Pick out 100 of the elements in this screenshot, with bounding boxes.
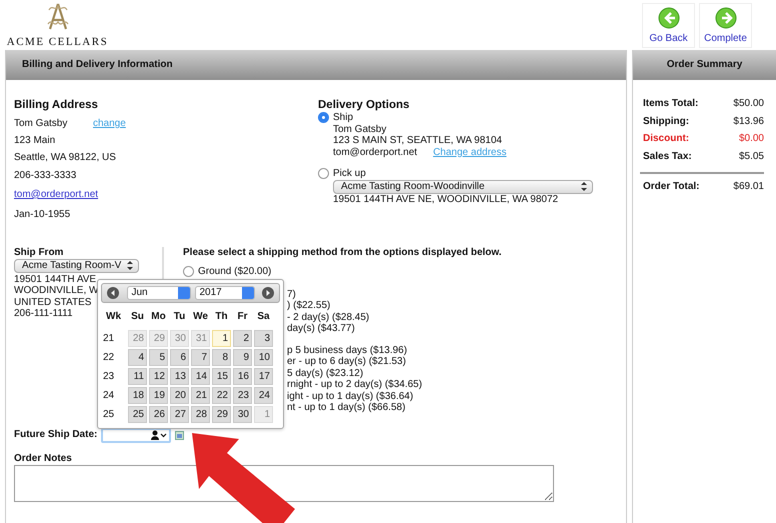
week-number: 24 xyxy=(102,388,116,403)
calendar-day[interactable]: 19 xyxy=(149,386,168,404)
shipping-option-text: ) ($22.55) xyxy=(287,300,330,312)
radio-button[interactable] xyxy=(318,112,329,124)
previous-month-button[interactable] xyxy=(107,286,119,299)
summary-value: $69.01 xyxy=(733,181,764,193)
radio-button[interactable] xyxy=(318,168,329,180)
week-number: 25 xyxy=(102,408,116,422)
calendar-day[interactable]: 4 xyxy=(128,348,147,366)
contact-icon xyxy=(151,430,168,440)
updown-arrows-icon xyxy=(581,182,587,191)
birthdate: Jan-10-1955 xyxy=(14,208,72,221)
logo-text: ACME CELLARS xyxy=(6,36,108,50)
panel-header: Order Summary xyxy=(633,50,776,80)
shipping-option-text: ight - up to 1 day(s) ($36.64) xyxy=(287,390,414,402)
summary-label: Sales Tax: xyxy=(643,150,692,162)
calendar-day[interactable]: 6 xyxy=(170,348,189,366)
calendar-day[interactable]: 8 xyxy=(212,348,231,366)
calendar-day[interactable]: 16 xyxy=(233,368,252,385)
calendar-day[interactable]: 13 xyxy=(170,368,189,385)
billing-line: Seattle, WA 98122, US xyxy=(14,152,116,164)
next-month-button[interactable] xyxy=(262,286,274,299)
address-line: Tom Gatsby xyxy=(333,124,388,135)
calendar-day[interactable]: 22 xyxy=(212,386,231,404)
calendar-day[interactable]: 3 xyxy=(254,330,273,347)
calendar-day[interactable]: 1 xyxy=(212,330,231,347)
calendar-day[interactable]: 2 xyxy=(233,330,252,347)
calendar-day[interactable]: 17 xyxy=(254,368,273,385)
address-line: 19501 144TH AVE xyxy=(14,274,96,286)
summary-label: Items Total: xyxy=(643,98,698,110)
shipping-option-text: p 5 business days ($13.96) xyxy=(287,344,408,356)
calendar-day[interactable]: 9 xyxy=(233,348,252,366)
summary-value: $13.96 xyxy=(733,116,764,128)
email-link[interactable]: tom@orderport.net xyxy=(14,188,98,200)
monogram-logo-icon xyxy=(46,2,70,32)
ship-from-select[interactable]: Acme Tasting Room-V xyxy=(14,258,139,273)
weekday-header: Su xyxy=(130,310,145,324)
section-heading: Delivery Options xyxy=(318,99,410,112)
shipping-option-text: er - up to 6 day(s) ($21.53) xyxy=(287,356,406,368)
section-heading: Ship From xyxy=(14,246,64,259)
calendar-day[interactable]: 18 xyxy=(128,386,147,404)
radio-label: Ship xyxy=(333,112,354,124)
weekday-header: Fr xyxy=(236,310,248,324)
order-notes-field[interactable] xyxy=(14,464,554,502)
radio-label: Pick up xyxy=(333,168,366,180)
summary-value: $50.00 xyxy=(733,98,764,110)
weekday-header: We xyxy=(192,310,209,324)
shipping-option-text: nt - up to 1 day(s) ($66.58) xyxy=(287,402,406,414)
calendar-day[interactable]: 10 xyxy=(254,348,273,366)
radio-label: Ground ($20.00) xyxy=(198,266,272,278)
shipping-option-text: day(s) ($43.77) xyxy=(287,323,355,335)
weekday-header: Tu xyxy=(172,310,186,324)
location-select[interactable]: Acme Tasting Room-Woodinville xyxy=(333,180,593,194)
summary-label: Order Total: xyxy=(643,181,700,193)
complete-button[interactable]: Complete xyxy=(699,3,752,48)
calendar-day[interactable]: 24 xyxy=(254,386,273,404)
address-line: 206-111-1111 xyxy=(14,308,73,320)
calendar-day[interactable]: 26 xyxy=(149,406,168,423)
week-number: 23 xyxy=(102,370,116,384)
calendar-day[interactable]: 20 xyxy=(170,386,189,404)
billing-name: Tom Gatsby xyxy=(14,118,68,130)
week-number: 21 xyxy=(102,332,116,346)
field-label: Future Ship Date: xyxy=(14,429,98,442)
calendar-icon[interactable] xyxy=(175,430,184,440)
shipping-prompt: Please select a shipping method from the options displayed below. xyxy=(183,246,502,259)
updown-arrows-icon xyxy=(127,261,133,270)
go-back-button[interactable]: Go Back xyxy=(642,3,695,48)
summary-label: Discount: xyxy=(643,133,690,145)
calendar-day[interactable]: 27 xyxy=(170,406,189,423)
calendar-day[interactable]: 25 xyxy=(128,406,147,423)
email-text: tom@orderport.net xyxy=(333,146,418,158)
billing-line: 123 Main xyxy=(14,134,56,147)
section-heading: Billing Address xyxy=(14,99,99,113)
panel-header: Billing and Delivery Information xyxy=(6,50,626,80)
shipping-option-text: 7) xyxy=(287,288,296,300)
billing-line: 206-333-3333 xyxy=(14,170,76,182)
calendar-day[interactable]: 14 xyxy=(191,368,210,385)
calendar-day[interactable]: 23 xyxy=(233,386,252,404)
calendar-day[interactable]: 21 xyxy=(191,386,210,404)
weekday-header: Wk xyxy=(105,310,122,324)
month-select[interactable]: Jun xyxy=(126,286,190,300)
week-number: 22 xyxy=(102,350,116,365)
year-select[interactable]: 2017 xyxy=(194,286,254,300)
shipping-option-text: rnight - up to 2 day(s) ($34.65) xyxy=(287,379,422,391)
address-line: UNITED STATES xyxy=(14,296,92,308)
shipping-option-text: - 2 day(s) ($28.45) xyxy=(287,312,370,324)
calendar-day[interactable]: 15 xyxy=(212,368,231,385)
calendar-day[interactable]: 12 xyxy=(149,368,168,385)
calendar-day[interactable]: 28 xyxy=(191,406,210,423)
calendar-day[interactable]: 7 xyxy=(191,348,210,366)
calendar-day[interactable]: 30 xyxy=(233,406,252,423)
weekday-header: Sa xyxy=(256,310,271,324)
shipping-option-text: 5 day(s) ($23.12) xyxy=(287,368,364,380)
weekday-header: Th xyxy=(214,310,229,324)
calendar-day[interactable]: 29 xyxy=(212,406,231,423)
calendar-day[interactable]: 5 xyxy=(149,348,168,366)
calendar-day[interactable]: 11 xyxy=(128,368,147,385)
radio-button[interactable] xyxy=(183,266,194,278)
address-line: 123 S MAIN ST, SEATTLE, WA 98104 xyxy=(333,135,503,146)
field-label: Order Notes xyxy=(14,452,72,465)
